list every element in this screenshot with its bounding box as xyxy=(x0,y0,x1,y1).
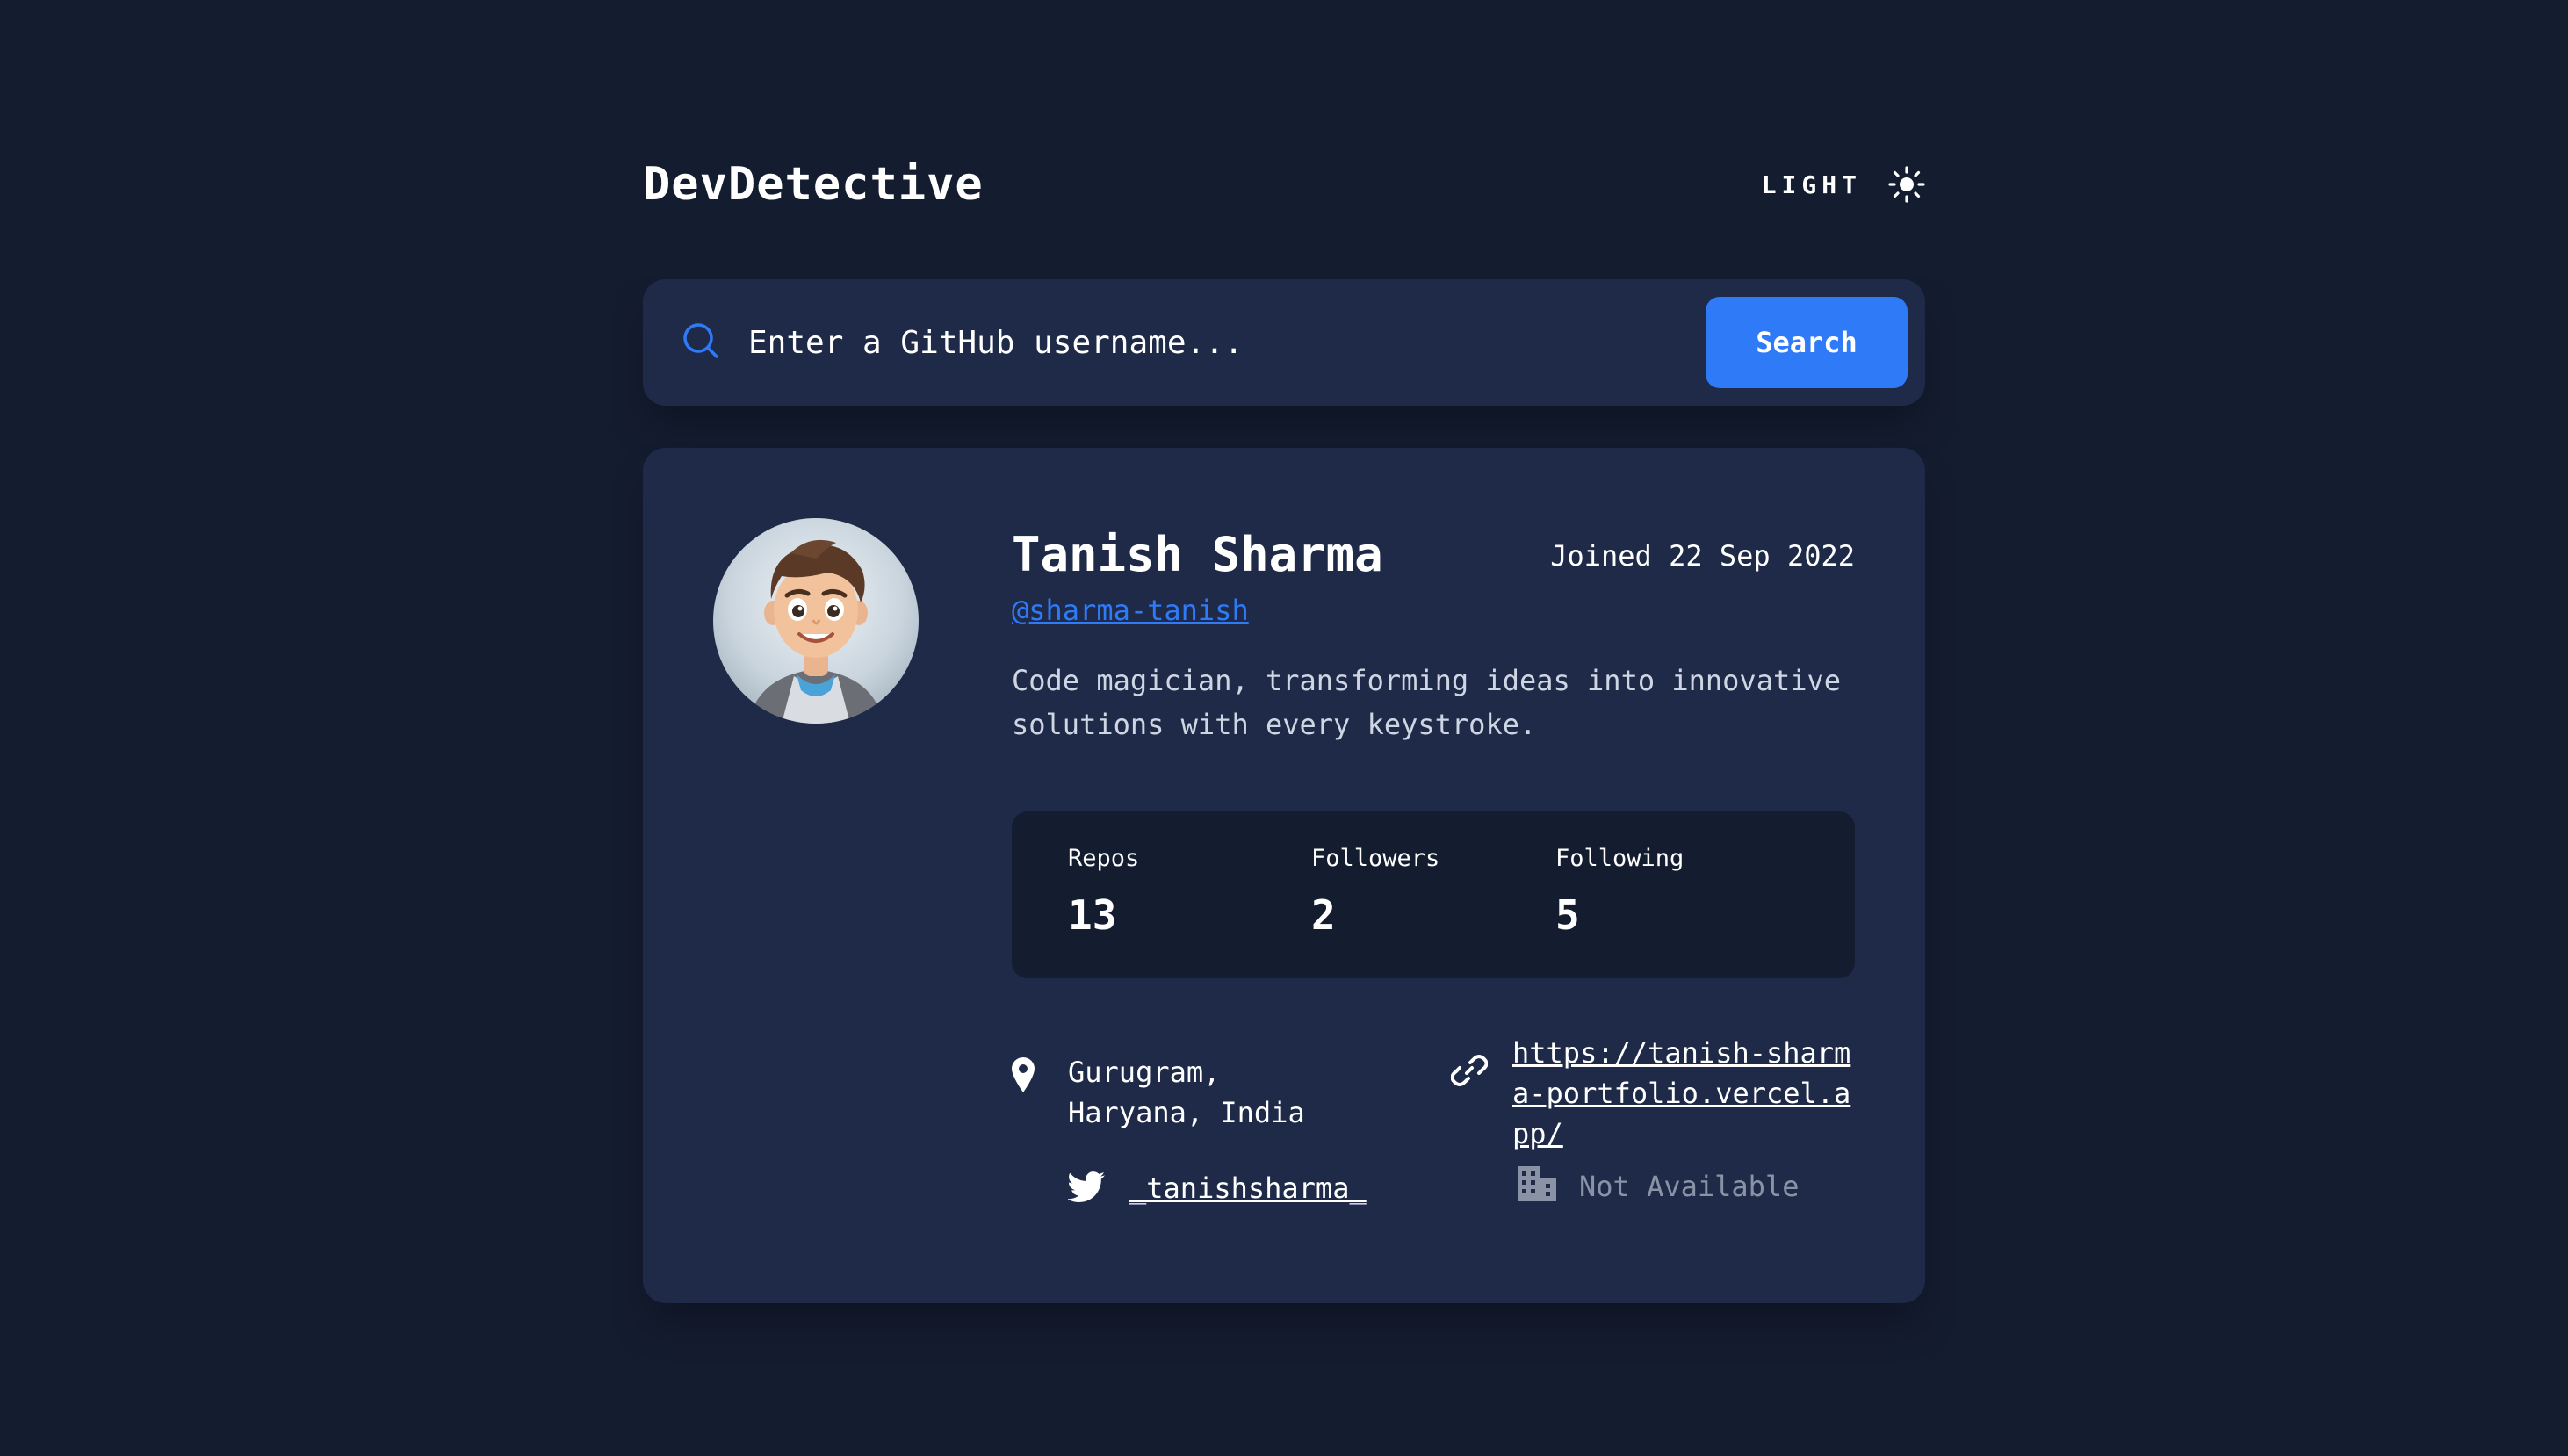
twitter-icon xyxy=(1067,1168,1129,1214)
profile-card: Tanish Sharma Joined 22 Sep 2022 @sharma… xyxy=(643,448,1925,1303)
stat-value: 13 xyxy=(1068,891,1117,939)
website-link[interactable]: https://tanish-sharma-portfolio.vercel.a… xyxy=(1512,1033,1855,1154)
link-icon xyxy=(1450,1033,1512,1099)
theme-toggle-label[interactable]: LIGHT xyxy=(1762,170,1862,199)
app-logo: DevDetective xyxy=(643,158,984,211)
search-input[interactable] xyxy=(748,306,1433,379)
location-item: Gurugram, Haryana, India xyxy=(1012,1045,1381,1133)
sun-icon[interactable] xyxy=(1888,166,1925,203)
building-icon xyxy=(1518,1163,1579,1212)
header: DevDetective LIGHT xyxy=(643,149,1925,220)
profile-name: Tanish Sharma xyxy=(1012,527,1383,582)
location-text: Gurugram, Haryana, India xyxy=(1068,1056,1305,1129)
search-icon xyxy=(682,321,720,364)
company-item: Not Available xyxy=(1518,1163,1851,1212)
twitter-link[interactable]: _tanishsharma_ xyxy=(1129,1168,1393,1208)
stat-following: Following 5 xyxy=(1555,845,1684,939)
stat-label: Following xyxy=(1555,845,1684,872)
stat-label: Followers xyxy=(1311,845,1440,872)
stat-value: 5 xyxy=(1555,891,1580,939)
stats-panel: Repos 13 Followers 2 Following 5 xyxy=(1012,811,1855,978)
stat-repos: Repos 13 xyxy=(1068,845,1139,939)
location-pin-icon xyxy=(1012,1045,1068,1103)
profile-handle-link[interactable]: @sharma-tanish xyxy=(1012,594,1249,627)
joined-date: Joined 22 Sep 2022 xyxy=(1550,539,1855,573)
company-text: Not Available xyxy=(1579,1170,1800,1203)
profile-bio: Code magician, transforming ideas into i… xyxy=(1012,664,1842,741)
search-bar: Search xyxy=(643,279,1925,406)
theme-toggle[interactable]: LIGHT xyxy=(1762,166,1925,203)
stat-value: 2 xyxy=(1311,891,1336,939)
search-button[interactable]: Search xyxy=(1706,297,1908,388)
website-item[interactable]: https://tanish-sharma-portfolio.vercel.a… xyxy=(1450,1033,1855,1154)
twitter-item[interactable]: _tanishsharma_ xyxy=(1067,1168,1402,1214)
stat-followers: Followers 2 xyxy=(1311,845,1439,939)
stat-label: Repos xyxy=(1068,845,1140,872)
avatar xyxy=(713,518,919,724)
